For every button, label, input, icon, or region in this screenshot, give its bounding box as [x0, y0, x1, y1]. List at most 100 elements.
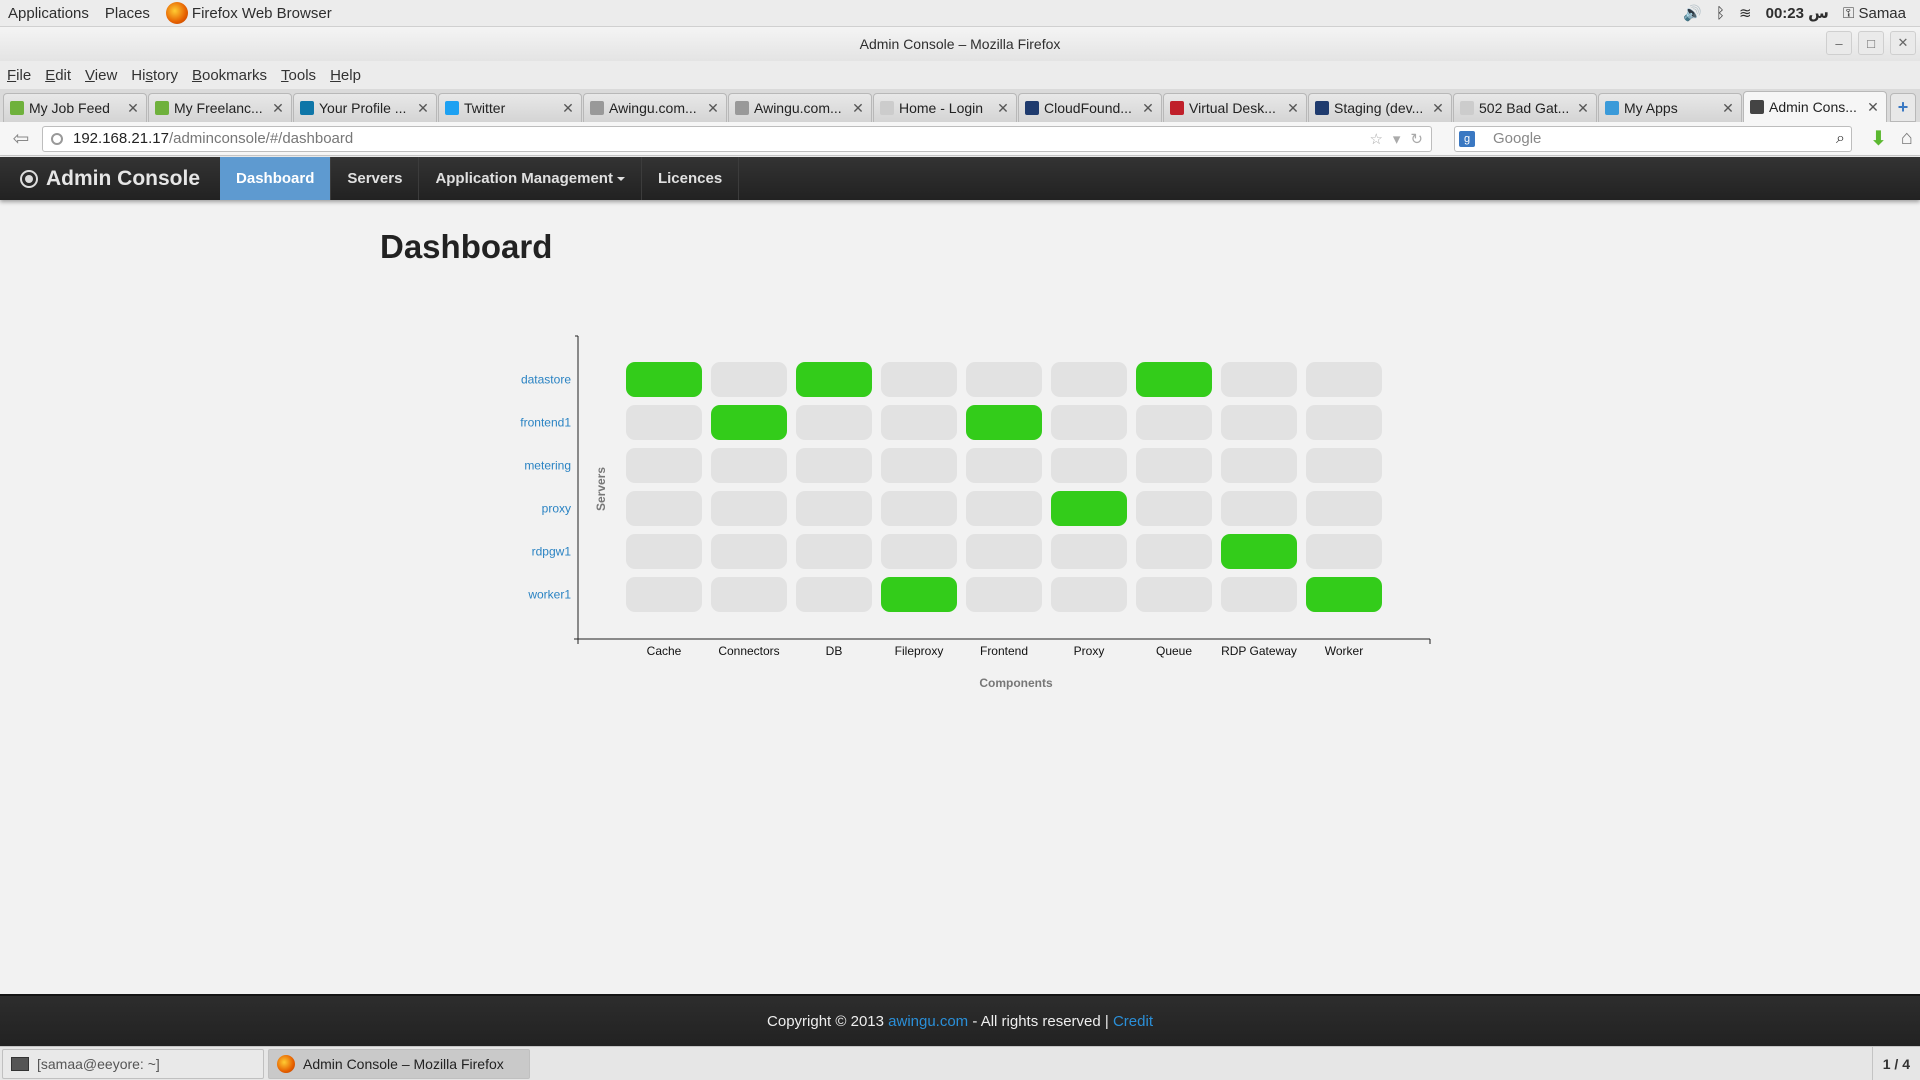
- heatmap-cell-worker1-fileproxy[interactable]: [881, 577, 957, 612]
- wifi-icon[interactable]: ≋: [1739, 4, 1752, 22]
- heatmap-cell-metering-connectors[interactable]: [711, 448, 787, 483]
- heatmap-cell-frontend1-fileproxy[interactable]: [881, 405, 957, 440]
- heatmap-cell-frontend1-cache[interactable]: [626, 405, 702, 440]
- heatmap-cell-rdpgw1-connectors[interactable]: [711, 534, 787, 569]
- browser-tab[interactable]: CloudFound... ✕: [1018, 93, 1162, 122]
- browser-tab[interactable]: Home - Login ✕: [873, 93, 1017, 122]
- browser-tab[interactable]: Twitter ✕: [438, 93, 582, 122]
- tab-close-icon[interactable]: ✕: [416, 100, 430, 117]
- history-dropdown-icon[interactable]: ▾: [1393, 130, 1401, 148]
- browser-tab[interactable]: 502 Bad Gat... ✕: [1453, 93, 1597, 122]
- tab-close-icon[interactable]: ✕: [1141, 100, 1155, 117]
- brand-link[interactable]: Admin Console: [0, 157, 220, 200]
- clock[interactable]: 00:23 س: [1766, 4, 1829, 22]
- taskbar-terminal[interactable]: [samaa@eeyore: ~]: [2, 1048, 264, 1079]
- search-icon[interactable]: ⌕: [1836, 130, 1851, 148]
- heatmap-cell-frontend1-db[interactable]: [796, 405, 872, 440]
- heatmap-cell-frontend1-rdp-gateway[interactable]: [1221, 405, 1297, 440]
- heatmap-cell-frontend1-frontend[interactable]: [966, 405, 1042, 440]
- menu-item-history[interactable]: History: [124, 67, 185, 84]
- footer-credit-link[interactable]: Credit: [1113, 1013, 1153, 1030]
- tab-close-icon[interactable]: ✕: [126, 100, 140, 117]
- tab-close-icon[interactable]: ✕: [1721, 100, 1735, 117]
- heatmap-cell-proxy-frontend[interactable]: [966, 491, 1042, 526]
- heatmap-cell-metering-fileproxy[interactable]: [881, 448, 957, 483]
- download-icon[interactable]: ⬇: [1870, 126, 1887, 151]
- tab-close-icon[interactable]: ✕: [851, 100, 865, 117]
- browser-tab[interactable]: My Freelanc... ✕: [148, 93, 292, 122]
- heatmap-cell-frontend1-proxy[interactable]: [1051, 405, 1127, 440]
- places-menu[interactable]: Places: [97, 0, 158, 26]
- tab-close-icon[interactable]: ✕: [996, 100, 1010, 117]
- nav-dashboard[interactable]: Dashboard: [220, 157, 332, 200]
- back-button[interactable]: ⇦: [6, 125, 36, 153]
- menu-item-edit[interactable]: Edit: [38, 67, 78, 84]
- heatmap-cell-proxy-queue[interactable]: [1136, 491, 1212, 526]
- row-label[interactable]: datastore: [521, 373, 571, 387]
- url-bar[interactable]: 192.168.21.17/adminconsole/#/dashboard ☆…: [42, 125, 1432, 152]
- heatmap-cell-proxy-rdp-gateway[interactable]: [1221, 491, 1297, 526]
- heatmap-cell-proxy-worker[interactable]: [1306, 491, 1382, 526]
- tab-close-icon[interactable]: ✕: [1431, 100, 1445, 117]
- heatmap-cell-rdpgw1-rdp-gateway[interactable]: [1221, 534, 1297, 569]
- heatmap-cell-datastore-frontend[interactable]: [966, 362, 1042, 397]
- workspace-indicator[interactable]: 1 / 4: [1871, 1047, 1920, 1080]
- heatmap-cell-rdpgw1-db[interactable]: [796, 534, 872, 569]
- reload-icon[interactable]: ↻: [1410, 130, 1423, 148]
- heatmap-cell-datastore-proxy[interactable]: [1051, 362, 1127, 397]
- user-menu[interactable]: ⚿ Samaa: [1843, 5, 1906, 22]
- browser-tab[interactable]: Staging (dev... ✕: [1308, 93, 1452, 122]
- menu-item-help[interactable]: Help: [323, 67, 368, 84]
- heatmap-cell-proxy-fileproxy[interactable]: [881, 491, 957, 526]
- bluetooth-icon[interactable]: ᛒ: [1716, 5, 1725, 22]
- heatmap-cell-datastore-connectors[interactable]: [711, 362, 787, 397]
- heatmap-cell-rdpgw1-worker[interactable]: [1306, 534, 1382, 569]
- heatmap-cell-proxy-cache[interactable]: [626, 491, 702, 526]
- heatmap-cell-rdpgw1-cache[interactable]: [626, 534, 702, 569]
- tab-close-icon[interactable]: ✕: [271, 100, 285, 117]
- tab-close-icon[interactable]: ✕: [1866, 99, 1880, 116]
- tab-close-icon[interactable]: ✕: [561, 100, 575, 117]
- heatmap-cell-worker1-queue[interactable]: [1136, 577, 1212, 612]
- heatmap-cell-metering-proxy[interactable]: [1051, 448, 1127, 483]
- browser-tab[interactable]: My Apps ✕: [1598, 93, 1742, 122]
- heatmap-cell-metering-queue[interactable]: [1136, 448, 1212, 483]
- nav-application-management[interactable]: Application Management: [419, 157, 642, 200]
- heatmap-cell-worker1-worker[interactable]: [1306, 577, 1382, 612]
- close-icon[interactable]: ✕: [1890, 31, 1916, 55]
- volume-icon[interactable]: 🔊: [1683, 4, 1702, 22]
- browser-tab[interactable]: Awingu.com... ✕: [583, 93, 727, 122]
- browser-tab[interactable]: Admin Cons... ✕: [1743, 91, 1887, 122]
- home-icon[interactable]: ⌂: [1901, 127, 1913, 150]
- tab-close-icon[interactable]: ✕: [706, 100, 720, 117]
- tab-close-icon[interactable]: ✕: [1576, 100, 1590, 117]
- minimize-icon[interactable]: –: [1826, 31, 1852, 55]
- heatmap-cell-proxy-db[interactable]: [796, 491, 872, 526]
- heatmap-cell-metering-cache[interactable]: [626, 448, 702, 483]
- menu-item-tools[interactable]: Tools: [274, 67, 323, 84]
- heatmap-cell-worker1-db[interactable]: [796, 577, 872, 612]
- taskbar-firefox[interactable]: Admin Console – Mozilla Firefox: [268, 1048, 530, 1079]
- browser-tab[interactable]: Awingu.com... ✕: [728, 93, 872, 122]
- row-label[interactable]: metering: [524, 459, 571, 473]
- bookmark-star-icon[interactable]: ☆: [1369, 130, 1382, 148]
- footer-awingu-link[interactable]: awingu.com: [888, 1013, 968, 1030]
- search-engine-icon[interactable]: g: [1459, 130, 1475, 147]
- heatmap-cell-worker1-connectors[interactable]: [711, 577, 787, 612]
- heatmap-cell-datastore-worker[interactable]: [1306, 362, 1382, 397]
- heatmap-cell-frontend1-worker[interactable]: [1306, 405, 1382, 440]
- heatmap-cell-rdpgw1-queue[interactable]: [1136, 534, 1212, 569]
- browser-tab[interactable]: Your Profile ... ✕: [293, 93, 437, 122]
- search-box[interactable]: g Google ⌕: [1454, 125, 1852, 152]
- heatmap-cell-worker1-rdp-gateway[interactable]: [1221, 577, 1297, 612]
- heatmap-cell-datastore-db[interactable]: [796, 362, 872, 397]
- browser-tab[interactable]: My Job Feed ✕: [3, 93, 147, 122]
- heatmap-cell-datastore-queue[interactable]: [1136, 362, 1212, 397]
- heatmap-cell-rdpgw1-fileproxy[interactable]: [881, 534, 957, 569]
- row-label[interactable]: worker1: [527, 588, 571, 602]
- firefox-app-menu[interactable]: Firefox Web Browser: [158, 0, 340, 26]
- nav-licences[interactable]: Licences: [642, 157, 740, 200]
- site-identity-icon[interactable]: [51, 132, 63, 145]
- menu-item-bookmarks[interactable]: Bookmarks: [185, 67, 274, 84]
- heatmap-cell-metering-frontend[interactable]: [966, 448, 1042, 483]
